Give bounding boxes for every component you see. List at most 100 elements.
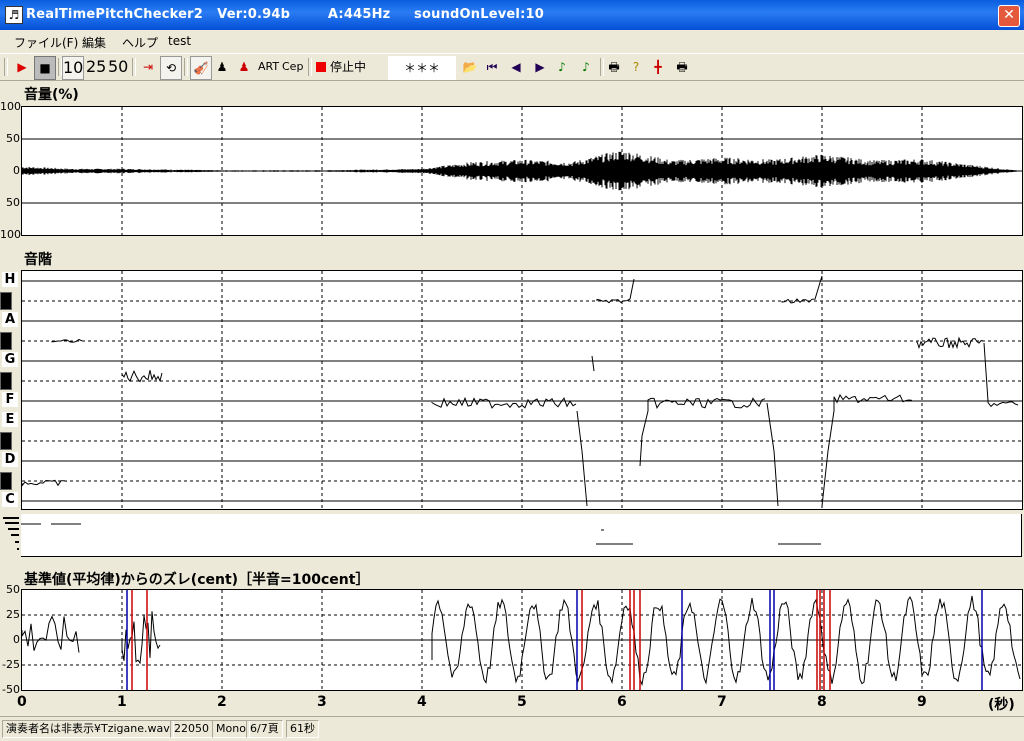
x-tick: 2 bbox=[217, 694, 227, 710]
x-tick: 1 bbox=[117, 694, 127, 710]
window-title: RealTimePitchChecker2 Ver:0.94b A:445Hz … bbox=[26, 7, 544, 22]
x-tick: 4 bbox=[417, 694, 427, 710]
volume-tick: 50 bbox=[6, 132, 20, 145]
note-display: ＊＊＊ bbox=[388, 56, 456, 80]
menu-bar: ファイル(F) 編集 ヘルプ test bbox=[0, 30, 1024, 52]
status-sample-rate: 22050 bbox=[170, 720, 213, 738]
status-duration: 61秒 bbox=[286, 720, 319, 738]
x-tick: 8 bbox=[817, 694, 827, 710]
toolbar-separator bbox=[132, 58, 136, 76]
loop-icon[interactable]: ⟲ bbox=[160, 56, 182, 80]
scale-plot bbox=[21, 270, 1023, 510]
x-tick: 0 bbox=[17, 694, 27, 710]
status-channels: Mono bbox=[212, 720, 250, 738]
note-icon[interactable]: ♪ bbox=[552, 56, 572, 78]
toolbar-separator bbox=[4, 58, 8, 76]
note-label-g: G bbox=[2, 352, 18, 367]
volume-panel-label: 音量(%) bbox=[24, 87, 79, 103]
note-label-e: E bbox=[2, 412, 18, 427]
title-bar: ♬ RealTimePitchChecker2 Ver:0.94b A:445H… bbox=[0, 0, 1024, 30]
cent-tick: 50 bbox=[6, 583, 20, 596]
pitch-segment bbox=[766, 402, 779, 507]
menu-help[interactable]: ヘルプ bbox=[122, 34, 158, 51]
volume-plot bbox=[21, 106, 1023, 236]
cep-button[interactable]: Cep bbox=[282, 56, 303, 78]
step-back-icon[interactable]: ◀ bbox=[506, 56, 526, 78]
speed-50-button[interactable]: 50 bbox=[108, 56, 128, 78]
play-button[interactable]: ▶ bbox=[12, 56, 32, 78]
status-text: 停止中 bbox=[330, 60, 367, 74]
close-button[interactable]: ✕ bbox=[998, 5, 1020, 27]
cent-tick: -25 bbox=[2, 658, 20, 671]
open-folder-icon[interactable]: 📂 bbox=[460, 56, 480, 78]
pitch-segment bbox=[781, 275, 823, 304]
stop-button[interactable]: ■ bbox=[34, 56, 56, 80]
marker-icon[interactable]: ╋ bbox=[648, 56, 668, 78]
note-label-c: C bbox=[2, 492, 18, 507]
black-key-icon bbox=[0, 292, 12, 310]
pitch-trace bbox=[21, 271, 1022, 509]
note-alt-icon[interactable]: ♪ bbox=[576, 56, 596, 78]
black-key-icon bbox=[0, 432, 12, 450]
x-axis-unit: (秒) bbox=[988, 697, 1015, 713]
toolbar: ▶ ■ 10 25 50 ⇥ ⟲ 🎻 ♟ ♟ ART Cep 停止中 ＊＊＊ 📂… bbox=[0, 53, 1024, 81]
cent-segment bbox=[21, 615, 80, 653]
articulation-strip bbox=[21, 514, 1022, 557]
cent-deviation-trace bbox=[21, 590, 1022, 690]
volume-tick: 50 bbox=[6, 196, 20, 209]
help-icon[interactable]: ? bbox=[626, 56, 646, 78]
volume-tick: 100 bbox=[0, 228, 21, 241]
skip-start-icon[interactable]: ⏮ bbox=[482, 56, 502, 78]
cent-plot bbox=[21, 589, 1023, 691]
x-tick: 7 bbox=[717, 694, 727, 710]
x-tick: 5 bbox=[517, 694, 527, 710]
x-tick: 3 bbox=[317, 694, 327, 710]
articulation-legend bbox=[2, 514, 20, 554]
pitch-segment bbox=[591, 355, 595, 372]
status-file: 演奏者名は非表示¥Tzigane.wav bbox=[2, 720, 174, 738]
volume-tick: 0 bbox=[13, 164, 20, 177]
pitch-segment bbox=[596, 278, 635, 304]
menu-file[interactable]: ファイル(F) bbox=[14, 34, 78, 51]
music-note-icon: ♬ bbox=[5, 6, 23, 24]
jump-end-icon[interactable]: ⇥ bbox=[138, 56, 158, 78]
print-alt-icon[interactable]: 🖶 bbox=[672, 56, 692, 78]
pitch-segment bbox=[639, 397, 766, 467]
art-button[interactable]: ART bbox=[258, 56, 279, 78]
x-tick: 9 bbox=[917, 694, 927, 710]
pitch-segment bbox=[983, 342, 1019, 408]
volume-tick: 100 bbox=[0, 100, 21, 113]
speed-10-button[interactable]: 10 bbox=[62, 56, 85, 80]
step-forward-icon[interactable]: ▶ bbox=[530, 56, 550, 78]
pitch-segment bbox=[821, 393, 913, 507]
menu-edit[interactable]: 編集 bbox=[82, 34, 106, 51]
note-label-a: A bbox=[2, 312, 18, 327]
speed-25-button[interactable]: 25 bbox=[86, 56, 106, 78]
status-page: 6/7頁 bbox=[246, 720, 283, 738]
pitch-segment bbox=[916, 336, 984, 350]
print-icon[interactable]: 🖶 bbox=[604, 56, 624, 78]
violin-icon[interactable]: 🎻 bbox=[190, 56, 212, 80]
pitch-segment bbox=[121, 369, 163, 383]
cent-panel-label: 基準値(平均律)からのズレ(cent)［半音=100cent］ bbox=[24, 572, 370, 588]
status-bar: 演奏者名は非表示¥Tzigane.wav 22050 Mono 6/7頁 61秒 bbox=[0, 716, 1024, 741]
cent-tick: 0 bbox=[13, 633, 20, 646]
x-tick: 6 bbox=[617, 694, 627, 710]
pitch-segment bbox=[576, 410, 588, 507]
player-red-icon[interactable]: ♟ bbox=[234, 56, 254, 78]
pitch-segment bbox=[431, 396, 577, 409]
black-key-icon bbox=[0, 472, 12, 490]
toolbar-separator bbox=[184, 58, 188, 76]
player-icon[interactable]: ♟ bbox=[212, 56, 232, 78]
black-key-icon bbox=[0, 372, 12, 390]
note-label-f: F bbox=[2, 392, 18, 407]
stop-indicator-icon bbox=[316, 62, 326, 72]
toolbar-separator bbox=[308, 58, 312, 76]
note-label-d: D bbox=[2, 452, 18, 467]
black-key-icon bbox=[0, 332, 12, 350]
status-indicator: 停止中 bbox=[316, 56, 382, 78]
note-label-h: H bbox=[2, 272, 18, 287]
cent-tick: 25 bbox=[6, 608, 20, 621]
menu-test[interactable]: test bbox=[168, 34, 191, 48]
articulation-marks bbox=[21, 523, 821, 545]
